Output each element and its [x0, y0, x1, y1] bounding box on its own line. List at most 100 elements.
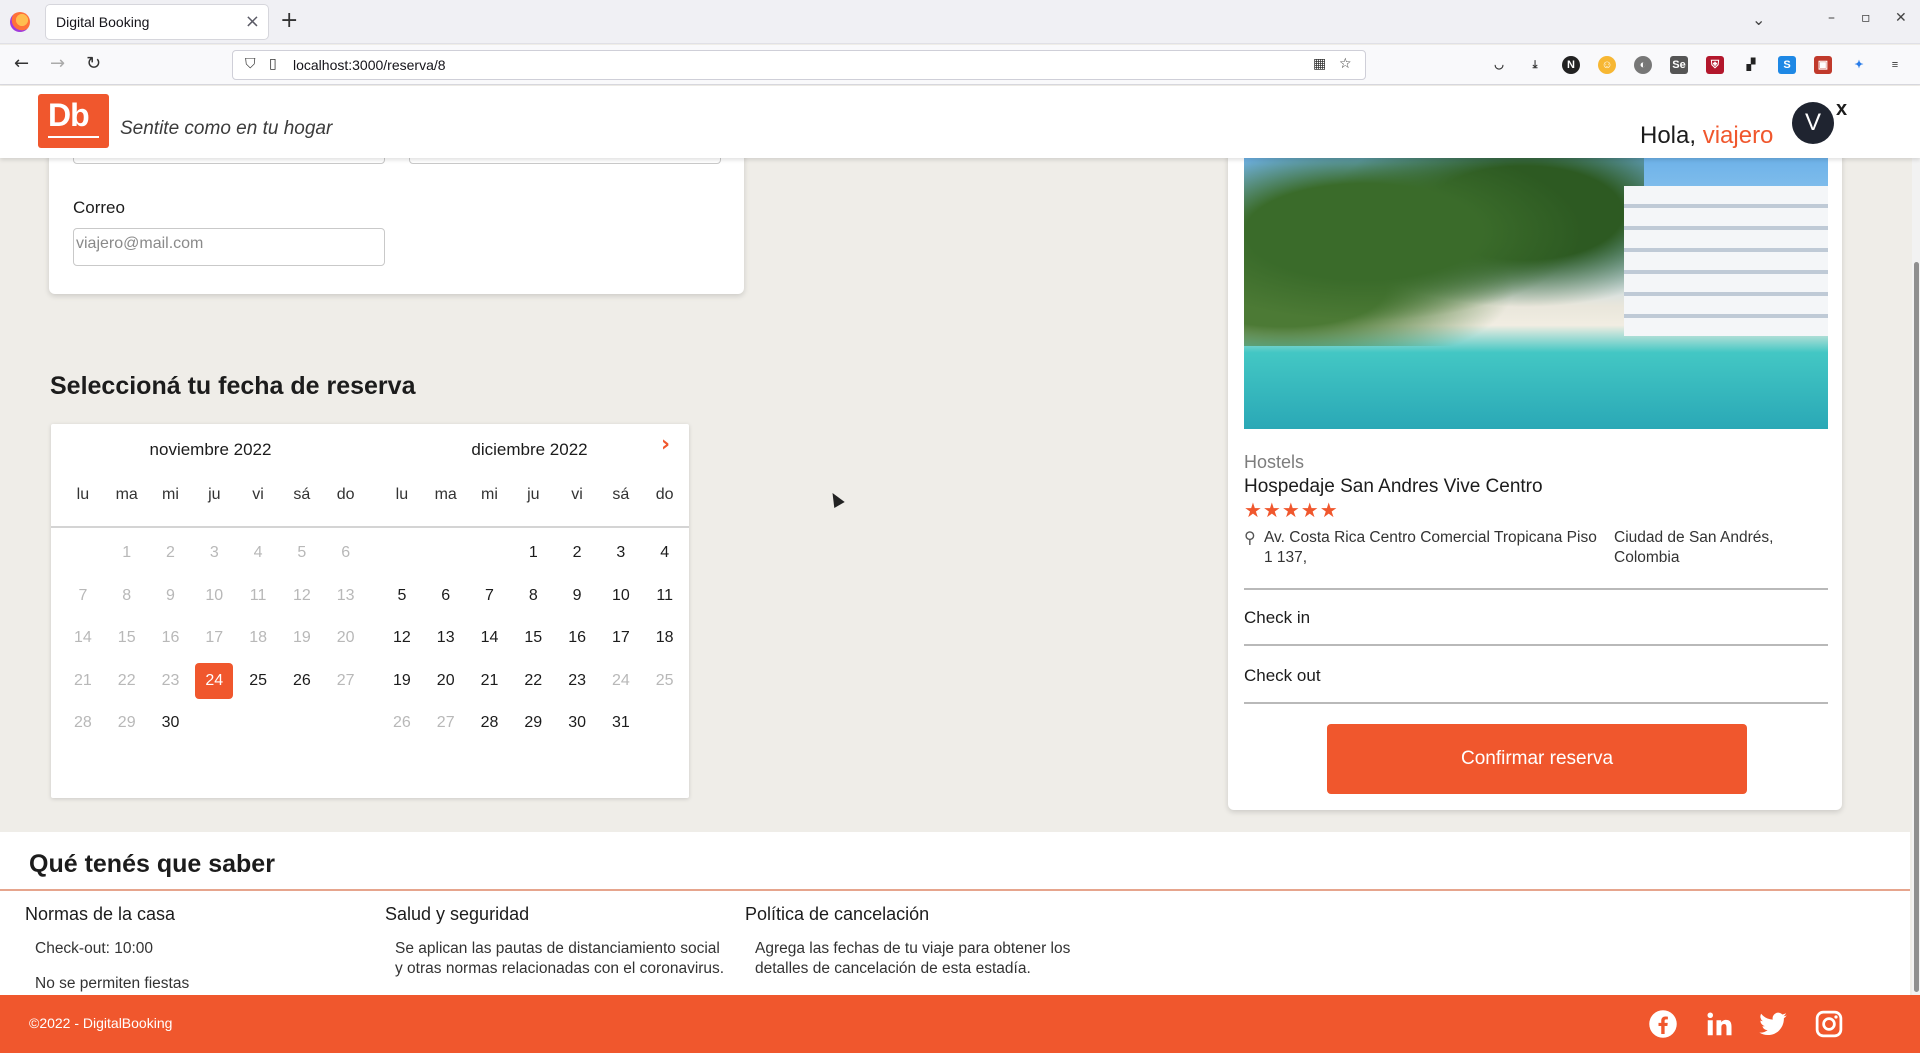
calendar-day[interactable]: 12	[380, 617, 424, 660]
qr-code-icon[interactable]: ▦	[1313, 56, 1326, 72]
email-label: Correo	[73, 198, 125, 217]
list-tabs-chevron-icon[interactable]: ⌄	[1752, 10, 1765, 29]
calendar-day-number: 6	[341, 544, 351, 562]
calendar-day[interactable]: 23	[555, 660, 599, 703]
calendar-day[interactable]: 20	[424, 660, 468, 703]
calendar-day-number: 10	[611, 586, 630, 604]
divider	[1244, 644, 1828, 646]
calendar-day[interactable]: 16	[555, 617, 599, 660]
pocket-icon[interactable]: ◡	[1490, 56, 1508, 74]
calendar-day-number: 19	[292, 629, 311, 647]
calendar-day[interactable]: 9	[555, 575, 599, 618]
extension-puzzle-icon[interactable]: ✦	[1850, 56, 1868, 74]
calendar-day[interactable]: 11	[643, 575, 687, 618]
instagram-icon[interactable]	[1814, 1009, 1844, 1039]
twitter-icon[interactable]	[1758, 1009, 1788, 1039]
booking-detail-card: Hostels Hospedaje San Andres Vive Centro…	[1228, 130, 1842, 810]
calendar-day-number: 27	[336, 671, 355, 689]
menu-hamburger-icon[interactable]: ≡	[1886, 56, 1904, 74]
url-text[interactable]: localhost:3000/reserva/8	[293, 57, 446, 73]
calendar-day-selected[interactable]: 24	[192, 660, 236, 703]
extension-face-icon[interactable]: ☺	[1598, 56, 1616, 74]
calendar-day[interactable]: 3	[599, 532, 643, 575]
calendar-day-number: 31	[611, 714, 630, 732]
policy-heading: Normas de la casa	[25, 904, 176, 924]
calendar-day[interactable]: 13	[424, 617, 468, 660]
extensions-grid-icon[interactable]: ▞	[1742, 56, 1760, 74]
calendar-day-number: 14	[480, 629, 499, 647]
calendar-day: 27	[424, 702, 468, 745]
calendar-day-number: 11	[656, 586, 673, 604]
calendar-day[interactable]: 22	[511, 660, 555, 703]
calendar-day-number: 25	[655, 671, 674, 689]
calendar-day[interactable]: 17	[599, 617, 643, 660]
ublock-icon[interactable]: ⛨	[1706, 56, 1724, 74]
calendar-day[interactable]: 14	[468, 617, 512, 660]
facebook-icon[interactable]	[1648, 1009, 1678, 1039]
logout-button[interactable]: x	[1836, 98, 1847, 121]
address-bar[interactable]: ⛉ ▯ localhost:3000/reserva/8 ▦ ☆	[232, 50, 1366, 80]
rating-stars: ★★★★★	[1244, 498, 1339, 522]
calendar-day[interactable]: 6	[424, 575, 468, 618]
extension-globe-icon[interactable]: ◐	[1634, 56, 1652, 74]
extension-red-icon[interactable]: ▣	[1814, 56, 1832, 74]
calendar-day[interactable]: 30	[555, 702, 599, 745]
forward-arrow-icon[interactable]: →	[50, 53, 65, 74]
calendar-day[interactable]: 7	[468, 575, 512, 618]
greeting-prefix: Hola,	[1640, 122, 1703, 149]
weekday-label: vi	[252, 486, 264, 503]
downloads-icon[interactable]: ⤓	[1526, 56, 1544, 74]
minimize-icon[interactable]: –	[1828, 10, 1835, 26]
calendar-day-number: 19	[393, 671, 411, 689]
calendar-day[interactable]: 26	[280, 660, 324, 703]
calendar-day-number: 16	[568, 629, 586, 647]
weekday-label: mi	[162, 486, 179, 503]
divider	[1244, 702, 1828, 704]
calendar-day[interactable]: 31	[599, 702, 643, 745]
calendar-day-number: 5	[297, 544, 307, 562]
bookmark-star-icon[interactable]: ☆	[1339, 56, 1352, 72]
calendar-day-number: 10	[205, 586, 224, 604]
extension-selenium-icon[interactable]: Se	[1670, 56, 1688, 74]
calendar-day[interactable]: 18	[643, 617, 687, 660]
browser-tab[interactable]: Digital Booking ×	[46, 5, 268, 39]
calendar-day[interactable]: 8	[511, 575, 555, 618]
calendar-day[interactable]: 10	[599, 575, 643, 618]
calendar-day: 3	[192, 532, 236, 575]
calendar-day[interactable]: 15	[511, 617, 555, 660]
shield-icon[interactable]: ⛉	[245, 56, 256, 72]
email-field[interactable]: viajero@mail.com	[73, 228, 385, 266]
calendar-day[interactable]: 25	[236, 660, 280, 703]
firefox-icon[interactable]	[10, 12, 30, 32]
avatar[interactable]: V	[1792, 102, 1834, 144]
new-tab-button[interactable]: +	[280, 8, 298, 33]
calendar-day[interactable]: 28	[468, 702, 512, 745]
calendar-day[interactable]: 4	[643, 532, 687, 575]
window-close-icon[interactable]: ✕	[1895, 10, 1907, 26]
app-header: Db Sentite como en tu hogar Hola, viajer…	[0, 86, 1920, 158]
calendar-day-number: 21	[480, 671, 499, 689]
calendar-day-number: 30	[568, 714, 586, 732]
restore-icon[interactable]: ▫	[1861, 10, 1871, 26]
digital-booking-logo[interactable]: Db	[38, 94, 109, 148]
calendar-day: 12	[280, 575, 324, 618]
back-arrow-icon[interactable]: ←	[14, 53, 29, 74]
extension-n-icon[interactable]: N	[1562, 56, 1580, 74]
calendar-day[interactable]: 19	[380, 660, 424, 703]
reload-icon[interactable]: ↻	[86, 53, 101, 74]
calendar-day-number: 2	[166, 544, 175, 562]
tab-close-icon[interactable]: ×	[245, 11, 260, 32]
calendar-day[interactable]: 21	[468, 660, 512, 703]
weekday-label: do	[655, 486, 674, 503]
calendar-day[interactable]: 5	[380, 575, 424, 618]
calendar-day[interactable]: 30	[149, 702, 193, 745]
extension-s-icon[interactable]: S	[1778, 56, 1796, 74]
calendar-day[interactable]: 1	[511, 532, 555, 575]
confirm-booking-button[interactable]: Confirmar reserva	[1327, 724, 1747, 794]
day-grid: 1 2 3 4 5 6 7 8 9 10 11 12 13 14 15 16 17 18 19 20 21 22 23 24 2…	[61, 532, 368, 745]
calendar-day: 26	[380, 702, 424, 745]
calendar-day[interactable]: 29	[511, 702, 555, 745]
calendar-day[interactable]: 2	[555, 532, 599, 575]
scrollbar-thumb[interactable]	[1914, 262, 1919, 992]
linkedin-icon[interactable]	[1704, 1009, 1734, 1039]
